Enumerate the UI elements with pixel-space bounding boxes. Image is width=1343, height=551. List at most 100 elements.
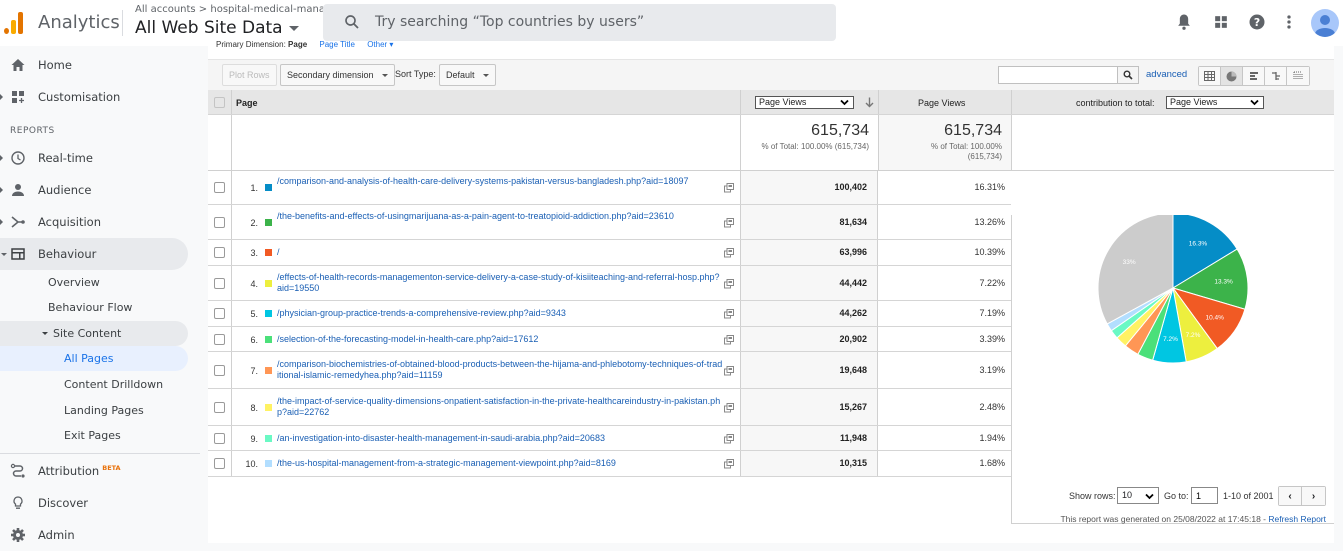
select-all-checkbox[interactable] bbox=[214, 97, 225, 108]
sidebar-item-content-drilldown[interactable]: Content Drilldown bbox=[0, 372, 188, 397]
row-checkbox[interactable] bbox=[214, 433, 225, 444]
analytics-logo[interactable] bbox=[4, 10, 26, 34]
row-checkbox[interactable] bbox=[214, 334, 225, 345]
dropdown-arrow-icon bbox=[381, 73, 388, 77]
page-path-link[interactable]: /physician-group-practice-trends-a-compr… bbox=[277, 308, 723, 319]
show-rows-select[interactable]: 10 bbox=[1117, 487, 1159, 504]
go-to-page-input[interactable] bbox=[1191, 487, 1218, 504]
table-filter-search-button[interactable] bbox=[1117, 66, 1139, 84]
column-divider bbox=[740, 115, 741, 170]
refresh-report-link[interactable]: Refresh Report bbox=[1268, 514, 1326, 524]
contribution-select-value: Page Views bbox=[1170, 97, 1218, 107]
page-views-value: 20,902 bbox=[839, 334, 867, 344]
view-data-table-button[interactable] bbox=[1199, 67, 1221, 85]
account-avatar[interactable] bbox=[1311, 9, 1339, 37]
table-filter-input[interactable] bbox=[998, 66, 1118, 84]
page-views-value: 63,996 bbox=[839, 247, 867, 257]
property-selector[interactable]: All Web Site Data bbox=[135, 18, 299, 38]
sidebar-item-site-content[interactable]: Site Content bbox=[0, 321, 188, 346]
search-bar[interactable]: Try searching “Top countries by users” bbox=[323, 4, 836, 41]
table-row: 7. /comparison-biochemistries-of-obtained… bbox=[208, 352, 1011, 389]
search-icon bbox=[1123, 70, 1133, 80]
sidebar-nav: Home Customisation REPORTS Real-time Aud… bbox=[0, 46, 200, 543]
open-external-icon[interactable] bbox=[724, 335, 734, 345]
sidebar-item-label: Attribution BETA bbox=[38, 464, 121, 478]
account-breadcrumb[interactable]: All accounts > hospital-medical-mana... bbox=[135, 4, 335, 15]
open-external-icon[interactable] bbox=[724, 248, 734, 258]
row-checkbox[interactable] bbox=[214, 278, 225, 289]
row-checkbox[interactable] bbox=[214, 402, 225, 413]
sort-type-dropdown[interactable]: Default bbox=[439, 64, 496, 86]
primary-dimension-page-title-link[interactable]: Page Title bbox=[319, 40, 355, 49]
chevron-right-icon: › bbox=[1311, 490, 1316, 502]
sidebar-item-audience[interactable]: Audience bbox=[0, 174, 188, 206]
sidebar-item-attribution[interactable]: Attribution BETA bbox=[0, 455, 188, 487]
open-external-icon[interactable] bbox=[724, 366, 734, 376]
secondary-dimension-label: Secondary dimension bbox=[287, 70, 374, 80]
apps-grid-icon[interactable] bbox=[1211, 12, 1231, 32]
page-path-link[interactable]: /comparison-biochemistries-of-obtained-b… bbox=[277, 359, 723, 381]
page-path-link[interactable]: /the-benefits-and-effects-of-usingmariju… bbox=[277, 211, 723, 222]
sidebar-item-admin[interactable]: Admin bbox=[0, 519, 188, 551]
row-checkbox[interactable] bbox=[214, 458, 225, 469]
page-path-link[interactable]: /effects-of-health-records-managementon-… bbox=[277, 272, 723, 294]
sidebar-item-all-pages[interactable]: All Pages bbox=[0, 346, 188, 371]
row-checkbox[interactable] bbox=[214, 365, 225, 376]
help-icon[interactable]: ? bbox=[1247, 12, 1267, 32]
previous-page-button[interactable]: ‹ bbox=[1279, 487, 1302, 505]
page-path-link[interactable]: /comparison-and-analysis-of-health-care-… bbox=[277, 176, 723, 187]
primary-dimension-other-link[interactable]: Other ▾ bbox=[367, 40, 393, 49]
sidebar-item-exit-pages[interactable]: Exit Pages bbox=[0, 423, 188, 448]
primary-dimension-page[interactable]: Page bbox=[288, 40, 307, 49]
open-external-icon[interactable] bbox=[724, 309, 734, 319]
sidebar-item-acquisition[interactable]: Acquisition bbox=[0, 206, 188, 238]
column-header-page[interactable]: Page bbox=[236, 98, 258, 108]
page-path-link[interactable]: /an-investigation-into-disaster-health-m… bbox=[277, 433, 723, 444]
column-divider bbox=[231, 451, 232, 476]
plot-rows-button[interactable]: Plot Rows bbox=[222, 64, 277, 86]
open-external-icon[interactable] bbox=[724, 218, 734, 228]
view-percentage-button[interactable] bbox=[1221, 67, 1243, 85]
percent-of-total: 3.19% bbox=[979, 365, 1005, 375]
next-page-button[interactable]: › bbox=[1302, 487, 1325, 505]
sidebar-divider bbox=[0, 453, 200, 454]
open-external-icon[interactable] bbox=[724, 459, 734, 469]
page-path-link[interactable]: / bbox=[277, 247, 723, 258]
secondary-dimension-dropdown[interactable]: Secondary dimension bbox=[280, 64, 395, 86]
open-external-icon[interactable] bbox=[724, 403, 734, 413]
metric-select[interactable]: Page Views bbox=[755, 96, 854, 109]
view-comparison-button[interactable] bbox=[1265, 67, 1287, 85]
more-vert-icon[interactable] bbox=[1279, 12, 1299, 32]
column-header-page-views[interactable]: Page Views bbox=[918, 98, 965, 108]
open-external-icon[interactable] bbox=[724, 183, 734, 193]
row-checkbox[interactable] bbox=[214, 217, 225, 228]
page-path-link[interactable]: /selection-of-the-forecasting-model-in-h… bbox=[277, 334, 723, 345]
advanced-filter-link[interactable]: advanced bbox=[1146, 69, 1187, 80]
total-count-note-secondary: (615,734) bbox=[967, 152, 1002, 161]
sidebar-item-landing-pages[interactable]: Landing Pages bbox=[0, 398, 188, 423]
sidebar-item-behaviour-flow[interactable]: Behaviour Flow bbox=[0, 295, 188, 320]
pie-data-label: 16.3% bbox=[1189, 241, 1208, 248]
view-performance-button[interactable] bbox=[1243, 67, 1265, 85]
page-views-value: 44,442 bbox=[839, 278, 867, 288]
bell-icon[interactable] bbox=[1174, 12, 1194, 32]
percent-of-total: 13.26% bbox=[974, 217, 1005, 227]
sidebar-item-label: All Pages bbox=[64, 352, 114, 365]
sidebar-item-realtime[interactable]: Real-time bbox=[0, 142, 188, 174]
table-header-row: Page Page Views Page Views contribution … bbox=[208, 90, 1334, 115]
open-external-icon[interactable] bbox=[724, 434, 734, 444]
sidebar-item-behaviour[interactable]: Behaviour bbox=[0, 238, 188, 270]
sidebar-item-discover[interactable]: Discover bbox=[0, 487, 188, 519]
row-checkbox[interactable] bbox=[214, 308, 225, 319]
sidebar-item-customisation[interactable]: Customisation bbox=[0, 81, 188, 113]
page-path-link[interactable]: /the-us-hospital-management-from-a-strat… bbox=[277, 458, 723, 469]
page-path-link[interactable]: /the-impact-of-service-quality-dimension… bbox=[277, 396, 723, 418]
sidebar-item-home[interactable]: Home bbox=[0, 49, 188, 81]
row-checkbox[interactable] bbox=[214, 182, 225, 193]
open-external-icon[interactable] bbox=[724, 279, 734, 289]
contribution-metric-select[interactable]: Page Views bbox=[1166, 96, 1264, 109]
view-pivot-button[interactable] bbox=[1287, 67, 1309, 85]
sidebar-item-overview[interactable]: Overview bbox=[0, 270, 188, 295]
row-checkbox[interactable] bbox=[214, 247, 225, 258]
sort-descending-icon[interactable] bbox=[865, 97, 874, 108]
